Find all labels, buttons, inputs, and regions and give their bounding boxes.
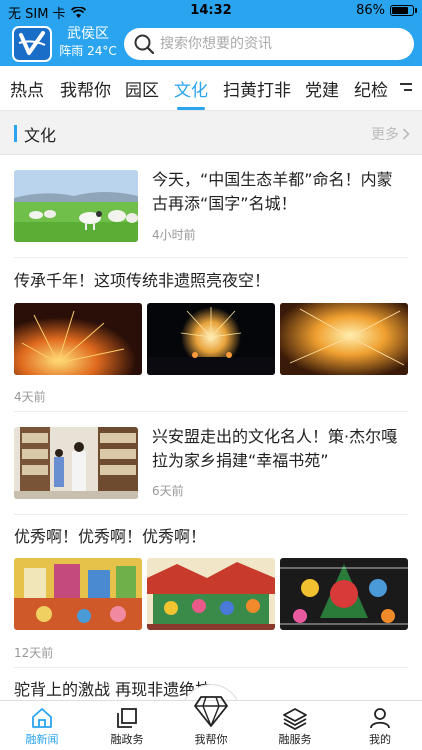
layers-icon [283, 708, 307, 730]
tab-hot[interactable]: 热点 [10, 76, 44, 101]
squares-icon [117, 708, 137, 728]
section-title: 文化 [24, 126, 57, 145]
nav-profile[interactable]: 我的 [345, 705, 415, 747]
battery-icon [390, 5, 417, 16]
section-accent-bar [14, 125, 17, 142]
weather-label: 阵雨 24°C [59, 44, 117, 58]
divider [14, 411, 408, 412]
user-icon [370, 708, 390, 729]
nav-help-label: 我帮你 [194, 733, 228, 746]
category-tabs: 热点 我帮你 园区 文化 扫黄打非 党建 纪检 [0, 66, 422, 111]
article-thumbnail [280, 303, 408, 375]
more-link[interactable]: 更多 [371, 124, 410, 144]
divider [14, 667, 408, 668]
nav-government[interactable]: 融政务 [92, 705, 162, 747]
tab-park[interactable]: 园区 [125, 76, 159, 101]
search-bar[interactable] [124, 28, 414, 60]
district-label: 武侯区 [67, 26, 109, 42]
tabs-menu-icon[interactable] [400, 83, 412, 95]
nav-service[interactable]: 融服务 [260, 705, 330, 747]
home-icon [32, 708, 52, 728]
diamond-icon [194, 696, 228, 727]
app-header: 无 SIM 卡 14:32 86% 武侯区 阵雨 24°C [0, 0, 422, 66]
article-thumbnail [14, 170, 138, 242]
article-thumbnail [280, 558, 408, 630]
article-time: 4天前 [14, 390, 46, 404]
tab-help[interactable]: 我帮你 [60, 76, 111, 101]
article-title: 传承千年！这项传统非遗照亮夜空！ [14, 271, 271, 290]
tab-culture[interactable]: 文化 [174, 76, 208, 101]
article-title: 优秀啊！优秀啊！优秀啊！ [14, 527, 207, 546]
article-time: 4小时前 [152, 228, 196, 242]
more-label: 更多 [371, 127, 399, 143]
nav-news-label: 融新闻 [25, 733, 59, 746]
divider [14, 257, 408, 258]
article-thumbnail [147, 303, 275, 375]
article-thumbnail [14, 558, 142, 630]
nav-government-label: 融政务 [110, 733, 144, 746]
app-logo[interactable] [12, 26, 52, 62]
tab-party[interactable]: 党建 [305, 76, 339, 101]
chevron-right-icon [402, 128, 410, 140]
nav-help[interactable]: 我帮你 [176, 696, 246, 747]
battery-percent: 86% [356, 3, 385, 18]
nav-profile-label: 我的 [369, 733, 391, 746]
nav-service-label: 融服务 [278, 733, 312, 746]
search-icon [134, 34, 154, 54]
article-thumbnail [147, 558, 275, 630]
section-header: 文化 更多 [0, 111, 422, 155]
article-title: 今天，“中国生态羊都”命名！内蒙古再添“国字”名城！ [152, 170, 393, 213]
article-time: 12天前 [14, 646, 54, 660]
logo-mark-icon [18, 31, 46, 55]
status-bar: 无 SIM 卡 14:32 86% [0, 0, 422, 22]
nav-news[interactable]: 融新闻 [7, 705, 77, 747]
tab-discipline[interactable]: 纪检 [354, 76, 388, 101]
article-thumbnail [14, 303, 142, 375]
tab-anti-porn[interactable]: 扫黄打非 [223, 76, 291, 101]
article-thumbnail [14, 427, 138, 499]
bottom-nav: 融新闻 融政务 我帮你 融服务 我的 [0, 696, 422, 750]
location-weather[interactable]: 武侯区 阵雨 24°C [58, 26, 118, 59]
divider [14, 514, 408, 515]
battery-info: 86% [356, 3, 417, 18]
article-title: 兴安盟走出的文化名人！策·杰尔嘎拉为家乡捐建“幸福书苑” [152, 427, 398, 470]
article-time: 6天前 [152, 484, 184, 498]
search-input[interactable] [160, 36, 400, 52]
